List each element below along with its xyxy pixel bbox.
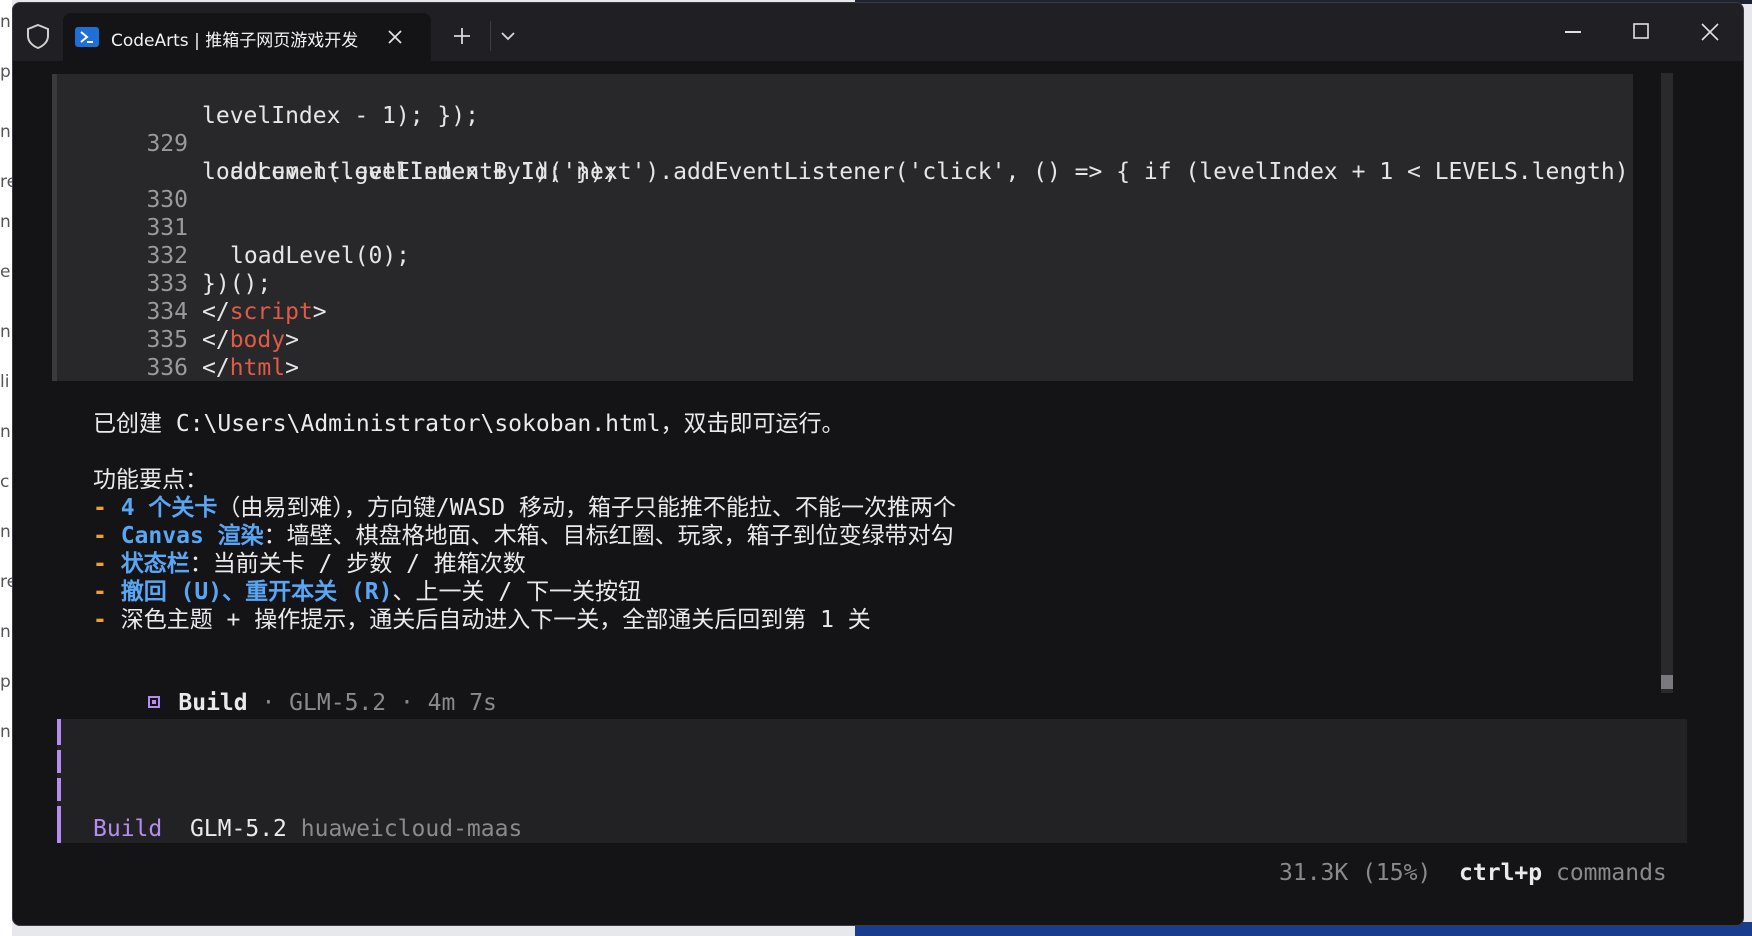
maximize-icon[interactable]	[1633, 23, 1649, 39]
agent-mode[interactable]: Build	[93, 816, 162, 842]
prompt-input-area[interactable]: Build GLM-5.2 huaweicloud-maas	[57, 719, 1687, 843]
chevron-down-icon[interactable]	[501, 31, 515, 41]
title-bar[interactable]: CodeArts | 推箱子网页游戏开发	[13, 3, 1743, 61]
bullet-text: （由易到难），方向键/WASD 移动，箱子只能推不能拉、不能一次推两个	[217, 495, 956, 521]
build-square-icon	[148, 696, 161, 708]
code-line: 330	[52, 158, 188, 213]
feature-bullet: - 深色主题 + 操作提示，通关后自动进入下一关，全部通关后回到第 1 关	[93, 606, 871, 634]
tag-open: </	[202, 327, 230, 353]
tag-close: >	[285, 327, 299, 353]
bullet-highlight: Canvas 渲染	[120, 523, 264, 549]
bullet-highlight: 状态栏	[120, 551, 190, 577]
bullet-dash: -	[93, 607, 121, 633]
created-file-message: 已创建 C:\Users\Administrator\sokoban.html，…	[93, 411, 845, 437]
desktop-text-fragment: n	[0, 522, 11, 542]
shortcut-label[interactable]: commands	[1556, 860, 1667, 886]
bullet-highlight: 撤回 (U)、重开本关 (R)	[120, 579, 393, 605]
tag-name: html	[229, 355, 286, 381]
build-meta: · GLM-5.2 · 4m 7s	[247, 690, 497, 716]
footer-status: 31.3K (15%) ctrl+p commands	[1279, 859, 1667, 887]
tag-open: </	[202, 355, 230, 381]
code-text: })();	[202, 271, 272, 297]
bullet-dash: -	[93, 523, 121, 549]
desktop-text-fragment: e	[0, 262, 11, 282]
agent-status: Build GLM-5.2 huaweicloud-maas	[93, 815, 522, 843]
feature-bullet: - 4 个关卡（由易到难），方向键/WASD 移动，箱子只能推不能拉、不能一次推…	[93, 494, 956, 522]
desktop-text-fragment: c	[0, 472, 10, 492]
desktop-text-fragment: n	[0, 12, 11, 32]
powershell-icon	[75, 27, 99, 47]
code-line: 336	[52, 326, 188, 381]
code-line: 331 loadLevel(0);	[52, 186, 410, 269]
feature-bullet: - 撤回 (U)、重开本关 (R)、上一关 / 下一关按钮	[93, 578, 641, 606]
line-number: 336	[146, 355, 188, 381]
shield-icon	[27, 23, 49, 49]
titlebar-divider	[490, 21, 491, 51]
model-name[interactable]: GLM-5.2	[190, 816, 287, 842]
new-tab-icon[interactable]	[453, 27, 471, 45]
input-accent-bar	[57, 719, 61, 843]
code-preview: levelIndex - 1); }); 329 document.getEle…	[52, 74, 1633, 381]
bullet-text: ：当前关卡 / 步数 / 推箱次数	[189, 551, 526, 577]
tag-name: body	[229, 327, 286, 353]
bullet-dash: -	[93, 495, 121, 521]
code-line: 329 document.getElementById('next').addE…	[52, 102, 1628, 185]
build-label: Build	[178, 690, 248, 716]
desktop-background-left: n p n re n e n li n c n re n p n	[0, 0, 17, 936]
feature-bullet: - Canvas 渲染：墙壁、棋盘格地面、木箱、目标红圈、玩家，箱子到位变绿带对…	[93, 522, 954, 550]
tag-close: >	[285, 355, 299, 381]
code-line: 335 </html>	[52, 298, 299, 381]
feature-bullet: - 状态栏：当前关卡 / 步数 / 推箱次数	[93, 550, 526, 578]
bullet-text: 深色主题 + 操作提示，通关后自动进入下一关，全部通关后回到第 1 关	[120, 607, 871, 633]
scrollbar-thumb[interactable]	[1661, 675, 1673, 689]
input-bar-gap	[57, 801, 61, 806]
shortcut-key: ctrl+p	[1459, 860, 1543, 886]
features-title: 功能要点：	[93, 467, 208, 493]
tag-name: script	[229, 299, 313, 325]
bullet-dash: -	[93, 579, 121, 605]
code-text: levelIndex - 1); });	[202, 103, 479, 129]
bullet-dash: -	[93, 551, 121, 577]
desktop-text-fragment: n	[0, 722, 11, 742]
tag-close: >	[312, 299, 327, 325]
desktop-text-fragment: n	[0, 122, 11, 142]
desktop-text-fragment: n	[0, 212, 11, 232]
code-text: </html>	[202, 354, 299, 382]
code-line: loadLevel(levelIndex + 1); });	[52, 130, 617, 185]
code-line: levelIndex - 1); });	[52, 74, 479, 129]
desktop-text-fragment: n	[0, 322, 11, 342]
desktop-text-fragment: p	[0, 62, 11, 82]
code-text: </script>	[202, 298, 327, 326]
tag-open: </	[202, 299, 230, 325]
close-tab-icon[interactable]	[385, 27, 405, 47]
code-line: 332 })();	[52, 214, 271, 297]
tab-codearts[interactable]: CodeArts | 推箱子网页游戏开发	[63, 13, 431, 61]
bullet-text: ：墙壁、棋盘格地面、木箱、目标红圈、玩家，箱子到位变绿带对勾	[263, 523, 954, 549]
code-text: loadLevel(0);	[230, 243, 411, 269]
code-line: 334 </body>	[52, 270, 299, 353]
bullet-text: 、上一关 / 下一关按钮	[392, 579, 642, 605]
desktop-text-fragment: n	[0, 422, 11, 442]
terminal-window: CodeArts | 推箱子网页游戏开发 levelIndex - 1); })…	[12, 2, 1744, 926]
input-bar-gap	[57, 745, 61, 750]
desktop-text-fragment: p	[0, 672, 11, 692]
code-line: 333 </script>	[52, 242, 326, 325]
scrollbar-track[interactable]	[1661, 73, 1673, 693]
code-text: </body>	[202, 326, 299, 354]
input-bar-gap	[57, 773, 61, 778]
tab-title: CodeArts | 推箱子网页游戏开发	[111, 31, 359, 50]
minimize-icon[interactable]	[1565, 31, 1581, 33]
desktop-text-fragment: n	[0, 622, 11, 642]
bullet-highlight: 4 个关卡	[120, 495, 218, 521]
context-usage: 31.3K (15%)	[1279, 860, 1432, 886]
desktop-text-fragment: li	[0, 372, 10, 392]
code-text: loadLevel(levelIndex + 1); });	[202, 159, 618, 185]
close-window-icon[interactable]	[1701, 23, 1719, 41]
provider-name: huaweicloud-maas	[300, 816, 523, 842]
